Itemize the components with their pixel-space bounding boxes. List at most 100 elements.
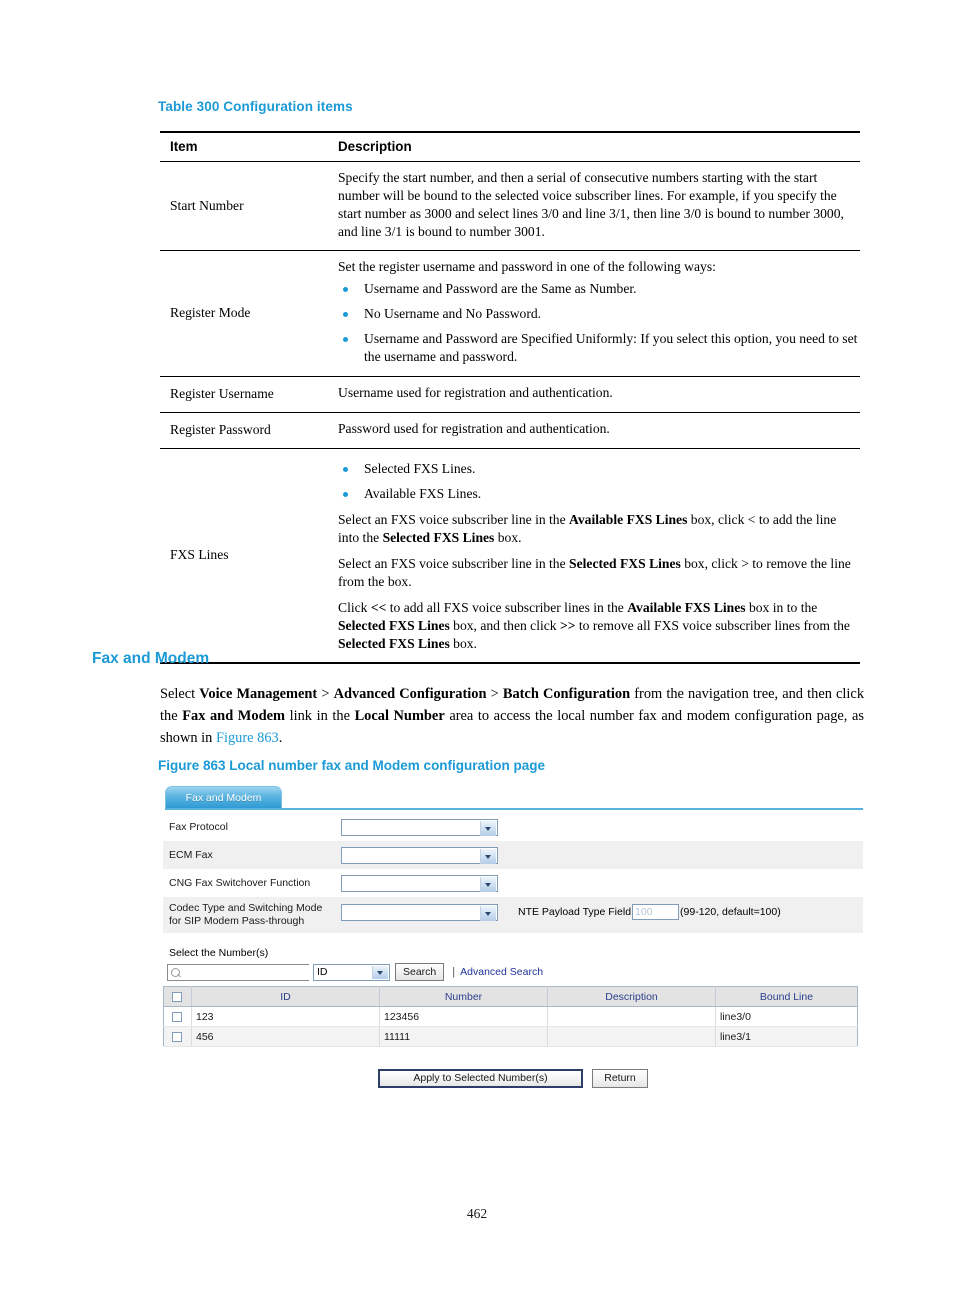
configuration-form: Fax Protocol ECM Fax CNG Fax Switchover … (163, 813, 863, 933)
list-item: Username and Password are Specified Unif… (338, 330, 858, 366)
list-item: Username and Password are the Same as Nu… (338, 280, 858, 298)
table-row: Register Password Password used for regi… (160, 412, 860, 449)
chevron-down-icon (372, 965, 388, 979)
select-all-header (163, 986, 192, 1007)
row-description-register-username: Username used for registration and authe… (332, 376, 860, 414)
list-item: Available FXS Lines. (338, 485, 858, 503)
search-input[interactable] (167, 963, 309, 981)
list-item: No Username and No Password. (338, 305, 858, 323)
figure-screenshot: Fax and Modem Fax Protocol ECM Fax CNG F… (163, 786, 863, 1126)
action-button-row: Apply to Selected Number(s) Return (163, 1069, 863, 1088)
page-number: 462 (466, 1206, 488, 1221)
nte-payload-type-input[interactable]: 100 (632, 904, 680, 920)
paragraph-fxs-remove: Select an FXS voice subscriber line in t… (338, 555, 851, 589)
row-description-start-number: Specify the start number, and then a ser… (332, 161, 860, 252)
paragraph-intro: Set the register username and password i… (338, 259, 716, 275)
control-ecm-fax (341, 846, 498, 864)
row-item-fxs-lines: FXS Lines (160, 448, 332, 665)
cell-number: 11111 (379, 1026, 548, 1047)
row-select-cell (163, 1006, 192, 1027)
document-page: Table 300 Configuration items Item Descr… (0, 0, 954, 1296)
return-button[interactable]: Return (592, 1069, 648, 1088)
label-nte-payload-type-field: NTE Payload Type Field (518, 906, 632, 918)
grid-head: ID Number Description Bound Line (163, 986, 858, 1007)
label-select-the-numbers: Select the Number(s) (169, 947, 269, 959)
row-item-register-password: Register Password (160, 412, 332, 449)
search-icon (171, 967, 180, 977)
cell-id: 456 (191, 1026, 380, 1047)
cell-bound-line: line3/0 (715, 1006, 858, 1027)
table-row: Start Number Specify the start number, a… (160, 161, 860, 252)
paragraph: Password used for registration and authe… (338, 421, 610, 437)
table-body: Start Number Specify the start number, a… (160, 161, 860, 665)
row-description-fxs-lines: Selected FXS Lines. Available FXS Lines.… (332, 448, 860, 665)
row-checkbox[interactable] (172, 1031, 182, 1042)
grid-header-row: ID Number Description Bound Line (163, 986, 858, 1007)
label-codec-type-switching-mode: Codec Type and Switching Mode for SIP Mo… (163, 897, 341, 933)
bullet-list: Username and Password are the Same as Nu… (338, 280, 858, 366)
paragraph-fxs-bulk: Click << to add all FXS voice subscriber… (338, 599, 850, 651)
form-row-fax-protocol: Fax Protocol (163, 813, 863, 841)
codec-type-select[interactable] (341, 904, 498, 921)
figure-cross-reference-link[interactable]: Figure 863 (216, 730, 279, 746)
cell-number: 123456 (379, 1006, 548, 1027)
grid-column-description[interactable]: Description (547, 986, 716, 1007)
form-row-cng-fax-switchover: CNG Fax Switchover Function (163, 869, 863, 897)
section-paragraph: Select Voice Management > Advanced Confi… (160, 686, 865, 747)
form-row-codec-type: Codec Type and Switching Mode for SIP Mo… (163, 897, 863, 933)
control-fax-protocol (341, 818, 498, 836)
select-all-checkbox[interactable] (172, 991, 182, 1002)
form-row-ecm-fax: ECM Fax (163, 841, 863, 869)
table-row: FXS Lines Selected FXS Lines. Available … (160, 448, 860, 665)
chevron-down-icon (480, 820, 496, 836)
row-item-register-mode: Register Mode (160, 250, 332, 378)
control-codec-type: NTE Payload Type Field 100 (99-120, defa… (341, 897, 781, 933)
label-cng-fax-switchover-function: CNG Fax Switchover Function (169, 877, 311, 889)
numbers-grid: ID Number Description Bound Line 123 123… (163, 986, 858, 1047)
grid-body: 123 123456 line3/0 456 11111 line3/1 (163, 1006, 858, 1047)
chevron-down-icon (480, 906, 496, 921)
row-item-start-number: Start Number (160, 161, 332, 252)
cell-description (547, 1006, 716, 1027)
label-line-1: Codec Type and Switching Mode (169, 902, 323, 914)
column-header-item: Item (160, 130, 332, 162)
grid-column-id[interactable]: ID (191, 986, 380, 1007)
cng-fax-switchover-select[interactable] (341, 874, 498, 892)
nte-payload-group: NTE Payload Type Field 100 (99-120, defa… (518, 904, 781, 920)
label-fax-protocol: Fax Protocol (169, 821, 228, 833)
label-line-2: for SIP Modem Pass-through (169, 915, 305, 928)
search-field-value: ID (317, 965, 328, 978)
advanced-search-link[interactable]: Advanced Search (460, 966, 543, 978)
ecm-fax-select[interactable] (341, 846, 498, 864)
row-item-register-username: Register Username (160, 376, 332, 414)
table-row: Register Username Username used for regi… (160, 376, 860, 414)
row-select-cell (163, 1026, 192, 1047)
bullet-list: Selected FXS Lines. Available FXS Lines. (338, 460, 858, 503)
search-field-select[interactable]: ID (313, 963, 390, 981)
search-button[interactable]: Search (395, 963, 445, 981)
tab-fax-and-modem[interactable]: Fax and Modem (165, 786, 282, 808)
table-row: Register Mode Set the register username … (160, 250, 860, 378)
chevron-down-icon (480, 876, 496, 892)
divider: | (452, 966, 456, 978)
configuration-items-table: Item Description Start Number Specify th… (160, 130, 860, 665)
row-checkbox[interactable] (172, 1011, 182, 1022)
paragraph: Username used for registration and authe… (338, 385, 613, 401)
chevron-down-icon (480, 848, 496, 864)
nte-payload-hint: (99-120, default=100) (680, 906, 781, 918)
row-description-register-password: Password used for registration and authe… (332, 412, 860, 449)
cell-description (547, 1026, 716, 1047)
label-ecm-fax: ECM Fax (169, 849, 213, 861)
grid-column-number[interactable]: Number (379, 986, 548, 1007)
figure-caption: Figure 863 Local number fax and Modem co… (158, 758, 546, 773)
grid-column-bound-line[interactable]: Bound Line (715, 986, 858, 1007)
column-header-description: Description (332, 130, 860, 162)
apply-to-selected-numbers-button[interactable]: Apply to Selected Number(s) (378, 1069, 583, 1088)
control-cng-fax-switchover (341, 874, 498, 892)
fax-protocol-select[interactable] (341, 818, 498, 836)
tab-strip: Fax and Modem (165, 786, 863, 810)
section-heading-fax-and-modem: Fax and Modem (92, 650, 210, 667)
table-row: 123 123456 line3/0 (163, 1006, 858, 1027)
table-caption: Table 300 Configuration items (158, 99, 353, 114)
table-head: Item Description (160, 130, 860, 162)
